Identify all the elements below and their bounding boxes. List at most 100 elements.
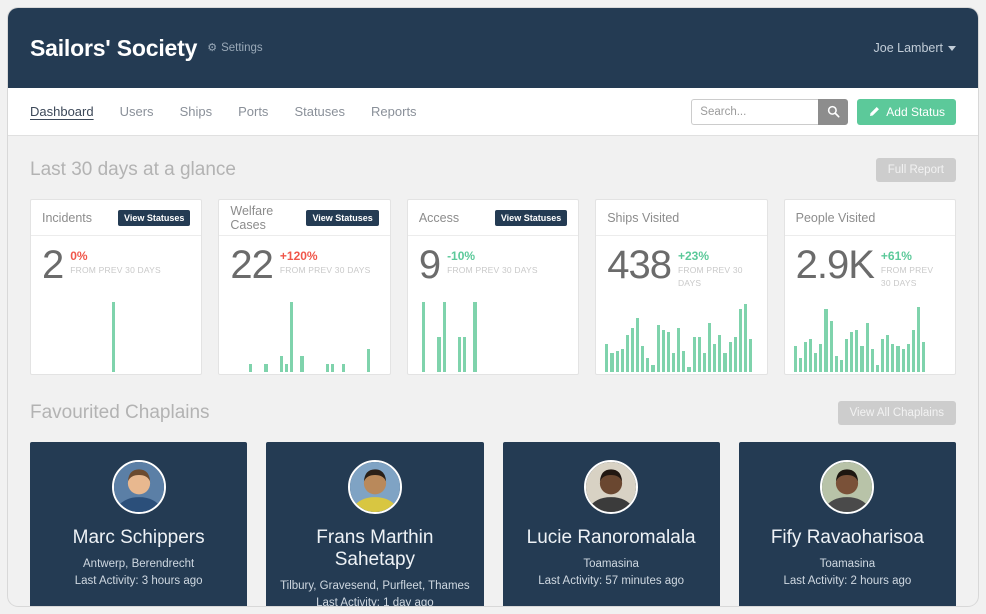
pencil-icon bbox=[868, 106, 880, 118]
sparkline-bar bbox=[729, 342, 732, 372]
page-content: Last 30 days at a glance Full Report Inc… bbox=[8, 136, 978, 606]
sparkline-chart bbox=[219, 300, 389, 374]
chaplain-card[interactable]: Frans Marthin Sahetapy Tilbury, Gravesend… bbox=[266, 442, 483, 606]
sparkline-bar bbox=[342, 364, 345, 372]
sparkline-bar bbox=[616, 351, 619, 372]
search-input[interactable] bbox=[691, 99, 818, 125]
sparkline-bar bbox=[860, 346, 863, 372]
chaplain-ports: Antwerp, Berendrecht bbox=[40, 556, 237, 573]
stat-card: Welfare CasesView Statuses22+120%FROM PR… bbox=[218, 199, 390, 375]
chaplain-name: Frans Marthin Sahetapy bbox=[276, 527, 473, 571]
sparkline-bar bbox=[744, 304, 747, 372]
stat-card-header: Incidents View Statuses bbox=[31, 200, 201, 236]
chaplain-card[interactable]: Fify RavaoharisoaToamasinaLast Activity:… bbox=[739, 442, 956, 606]
sparkline-bar bbox=[840, 360, 843, 372]
stat-value: 22 bbox=[230, 245, 273, 285]
caret-down-icon bbox=[948, 46, 956, 51]
stat-sub-label: FROM PREV 30 DAYS bbox=[881, 264, 944, 289]
stat-card: Ships Visited 438+23%FROM PREV 30 DAYS bbox=[595, 199, 767, 375]
view-statuses-button[interactable]: View Statuses bbox=[495, 210, 567, 226]
add-status-label: Add Status bbox=[886, 105, 945, 119]
stat-sub-label: FROM PREV 30 DAYS bbox=[678, 264, 756, 289]
search-group bbox=[691, 99, 848, 125]
stat-value: 438 bbox=[607, 245, 671, 285]
sparkline-bar bbox=[677, 328, 680, 372]
sparkline-bar bbox=[855, 330, 858, 372]
sparkline-bar bbox=[367, 349, 370, 372]
sparkline-bar bbox=[734, 337, 737, 372]
sparkline-bar bbox=[422, 302, 425, 372]
stat-card-header: AccessView Statuses bbox=[408, 200, 578, 236]
sparkline-bar bbox=[835, 356, 838, 372]
stat-card-header: People Visited bbox=[785, 200, 955, 236]
view-statuses-button[interactable]: View Statuses bbox=[118, 210, 190, 226]
chaplain-ports: Toamasina bbox=[749, 556, 946, 573]
nav-item-ships[interactable]: Ships bbox=[180, 102, 213, 121]
sparkline-bar bbox=[300, 356, 303, 372]
sparkline-bar bbox=[912, 330, 915, 372]
stat-delta: +61% bbox=[881, 249, 944, 263]
view-statuses-button[interactable]: View Statuses bbox=[306, 210, 378, 226]
stat-card-label: Welfare Cases bbox=[230, 204, 306, 232]
view-all-chaplains-button[interactable]: View All Chaplains bbox=[838, 401, 956, 425]
chaplain-card[interactable]: Lucie RanoromalalaToamasinaLast Activity… bbox=[503, 442, 720, 606]
chaplain-last-activity: Last Activity: 57 minutes ago bbox=[513, 573, 710, 590]
sparkline-bar bbox=[830, 321, 833, 372]
sparkline-bar bbox=[682, 351, 685, 372]
stat-card-body: 20%FROM PREV 30 DAYS bbox=[31, 236, 201, 285]
full-report-button[interactable]: Full Report bbox=[876, 158, 956, 182]
sparkline-bar bbox=[708, 323, 711, 372]
sparkline-bar bbox=[871, 349, 874, 372]
sparkline-bar bbox=[249, 364, 252, 372]
sparkline-bar bbox=[651, 365, 654, 372]
stat-delta: 0% bbox=[70, 249, 161, 263]
stat-delta-block: +23%FROM PREV 30 DAYS bbox=[678, 245, 756, 289]
sparkline-bar bbox=[703, 353, 706, 372]
stat-delta-block: 0%FROM PREV 30 DAYS bbox=[70, 245, 161, 277]
sparkline-bar bbox=[824, 309, 827, 372]
nav-item-dashboard[interactable]: Dashboard bbox=[30, 102, 94, 121]
stat-card-header: Ships Visited bbox=[596, 200, 766, 236]
avatar bbox=[348, 460, 402, 514]
sparkline-bar bbox=[713, 344, 716, 372]
stat-card-row: IncidentsView Statuses20%FROM PREV 30 DA… bbox=[30, 199, 956, 375]
sparkline-bar bbox=[866, 323, 869, 372]
sparkline-bar bbox=[902, 349, 905, 372]
top-bar: Sailors' Society ⚙ Settings Joe Lambert bbox=[8, 8, 978, 88]
stat-value: 2 bbox=[42, 245, 63, 285]
sparkline-bar bbox=[698, 337, 701, 372]
page-title: Last 30 days at a glance bbox=[30, 159, 236, 181]
settings-link[interactable]: ⚙ Settings bbox=[207, 42, 262, 54]
add-status-button[interactable]: Add Status bbox=[857, 99, 956, 125]
nav-item-statuses[interactable]: Statuses bbox=[294, 102, 345, 121]
chaplain-ports: Tilbury, Gravesend, Purfleet, Thames bbox=[276, 578, 473, 595]
sparkline-bar bbox=[907, 344, 910, 372]
nav-item-ports[interactable]: Ports bbox=[238, 102, 268, 121]
glance-section-header: Last 30 days at a glance Full Report bbox=[30, 158, 956, 182]
sparkline-bar bbox=[799, 358, 802, 372]
sparkline-bar bbox=[794, 346, 797, 372]
chaplain-card[interactable]: Marc SchippersAntwerp, BerendrechtLast A… bbox=[30, 442, 247, 606]
nav-item-users[interactable]: Users bbox=[120, 102, 154, 121]
sparkline-chart bbox=[31, 300, 201, 374]
sparkline-bar bbox=[463, 337, 466, 372]
user-menu[interactable]: Joe Lambert bbox=[874, 41, 956, 55]
sparkline-bar bbox=[331, 364, 334, 372]
sparkline-bar bbox=[881, 339, 884, 372]
sparkline-chart bbox=[408, 300, 578, 374]
sparkline-bar bbox=[739, 309, 742, 372]
stat-card-header: Welfare CasesView Statuses bbox=[219, 200, 389, 236]
stat-card-label: Incidents bbox=[42, 211, 92, 225]
sparkline-bar bbox=[605, 344, 608, 372]
nav-item-reports[interactable]: Reports bbox=[371, 102, 417, 121]
sparkline-bar bbox=[693, 337, 696, 372]
chaplain-last-activity: Last Activity: 3 hours ago bbox=[40, 573, 237, 590]
stat-sub-label: FROM PREV 30 DAYS bbox=[447, 264, 538, 276]
sparkline-bar bbox=[437, 337, 440, 372]
chaplain-name: Fify Ravaoharisoa bbox=[749, 527, 946, 549]
sparkline-bar bbox=[285, 364, 288, 372]
stat-card: Incidents View Statuses 20%FROM PREV 30 DA… bbox=[30, 199, 202, 375]
search-button[interactable] bbox=[818, 99, 848, 125]
brand-title: Sailors' Society bbox=[30, 35, 197, 62]
sparkline-bar bbox=[850, 332, 853, 372]
